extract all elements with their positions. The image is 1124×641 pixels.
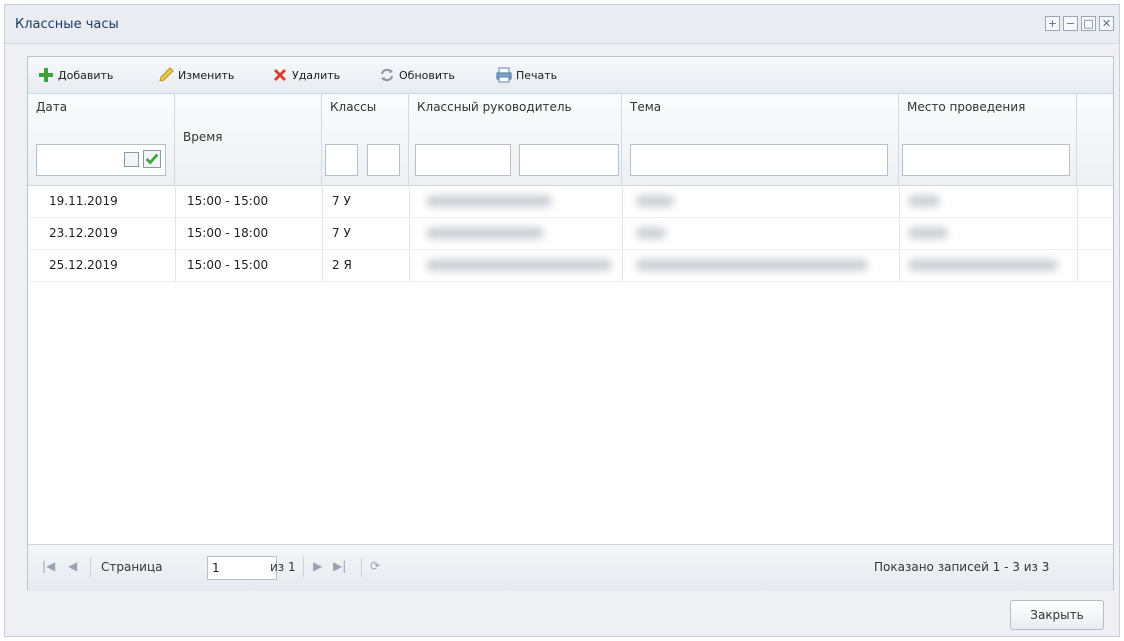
add-button[interactable]: Добавить [37, 66, 113, 84]
printer-icon [496, 67, 512, 83]
date-filter-input[interactable] [36, 144, 166, 176]
column-topic-label: Тема [630, 100, 662, 114]
class-from-filter[interactable] [325, 144, 358, 176]
divider [361, 557, 362, 577]
window-titlebar[interactable]: Классные часы + − □ ✕ [5, 5, 1119, 44]
column-classes[interactable]: Классы [322, 94, 409, 185]
column-teacher[interactable]: Классный руководитель [409, 94, 622, 185]
refresh-icon [381, 68, 393, 82]
redacted-place [908, 195, 940, 207]
column-topic[interactable]: Тема [622, 94, 899, 185]
window-title: Классные часы [15, 17, 119, 32]
records-summary: Показано записей 1 - 3 из 3 [874, 560, 1050, 574]
cell-class: 7 У [332, 226, 351, 240]
teacher-filter-1[interactable] [415, 144, 511, 176]
calendar-icon[interactable] [124, 152, 139, 167]
divider [303, 557, 304, 577]
toolbar: Добавить Изменить Удалить Обновить Печат… [28, 57, 1113, 94]
redacted-teacher [426, 259, 612, 271]
redacted-place [908, 227, 948, 239]
redacted-teacher [426, 227, 544, 239]
topic-filter-input[interactable] [630, 144, 888, 176]
close-window-button[interactable]: ✕ [1099, 16, 1114, 31]
cell-date: 19.11.2019 [49, 194, 118, 208]
grid-header: Дата Время Классы Классный руководитель … [28, 94, 1113, 186]
column-place-label: Место проведения [907, 100, 1026, 114]
cell-date: 23.12.2019 [49, 226, 118, 240]
column-place[interactable]: Место проведения [899, 94, 1077, 185]
class-to-filter[interactable] [367, 144, 400, 176]
place-filter-input[interactable] [902, 144, 1070, 176]
edit-button[interactable]: Изменить [157, 66, 234, 84]
minimize-button[interactable]: − [1063, 16, 1078, 31]
page-label: Страница [101, 560, 163, 574]
next-page-icon[interactable]: ▶ [313, 559, 322, 573]
redacted-topic [636, 259, 868, 271]
print-button[interactable]: Печать [495, 66, 557, 84]
page-total-label: из 1 [270, 560, 296, 574]
cell-time: 15:00 - 15:00 [187, 194, 269, 208]
delete-button[interactable]: Удалить [271, 66, 340, 84]
grid-panel: Добавить Изменить Удалить Обновить Печат… [27, 56, 1114, 591]
print-button-label: Печать [516, 68, 558, 82]
filter-apply-icon[interactable] [143, 150, 161, 168]
table-row[interactable]: 23.12.2019 15:00 - 18:00 7 У [28, 217, 1113, 250]
maximize-button[interactable]: □ [1081, 16, 1096, 31]
pencil-icon [159, 67, 174, 82]
teacher-filter-2[interactable] [519, 144, 619, 176]
redacted-place [908, 259, 1058, 271]
delete-icon [274, 69, 286, 81]
column-date[interactable]: Дата [28, 94, 175, 185]
table-row[interactable]: 19.11.2019 15:00 - 15:00 7 У [28, 185, 1113, 218]
add-icon [39, 68, 53, 82]
add-window-button[interactable]: + [1045, 16, 1060, 31]
close-button[interactable]: Закрыть [1010, 600, 1104, 630]
redacted-topic [636, 195, 674, 207]
page-number-input[interactable] [207, 556, 277, 580]
table-row[interactable]: 25.12.2019 15:00 - 15:00 2 Я [28, 249, 1113, 282]
cell-date: 25.12.2019 [49, 258, 118, 272]
redacted-topic [636, 227, 666, 239]
column-date-label: Дата [36, 100, 68, 114]
cell-class: 2 Я [332, 258, 352, 272]
pager-refresh-icon[interactable]: ⟳ [370, 559, 380, 573]
column-classes-label: Классы [330, 100, 377, 114]
cell-class: 7 У [332, 194, 351, 208]
column-time[interactable]: Время [175, 94, 322, 185]
refresh-button[interactable]: Обновить [378, 66, 455, 84]
cell-time: 15:00 - 18:00 [187, 226, 269, 240]
column-time-label: Время [183, 130, 223, 144]
cell-time: 15:00 - 15:00 [187, 258, 269, 272]
delete-button-label: Удалить [292, 68, 341, 82]
refresh-button-label: Обновить [399, 68, 455, 82]
divider [90, 557, 91, 577]
first-page-icon[interactable]: |◀ [42, 559, 55, 573]
edit-button-label: Изменить [178, 68, 235, 82]
add-button-label: Добавить [58, 68, 114, 82]
prev-page-icon[interactable]: ◀ [68, 559, 77, 573]
redacted-teacher [426, 195, 552, 207]
column-teacher-label: Классный руководитель [417, 100, 572, 114]
pagination-bar: |◀ ◀ Страница из 1 ▶ ▶| ⟳ Показано запис… [28, 544, 1113, 591]
last-page-icon[interactable]: ▶| [333, 559, 346, 573]
